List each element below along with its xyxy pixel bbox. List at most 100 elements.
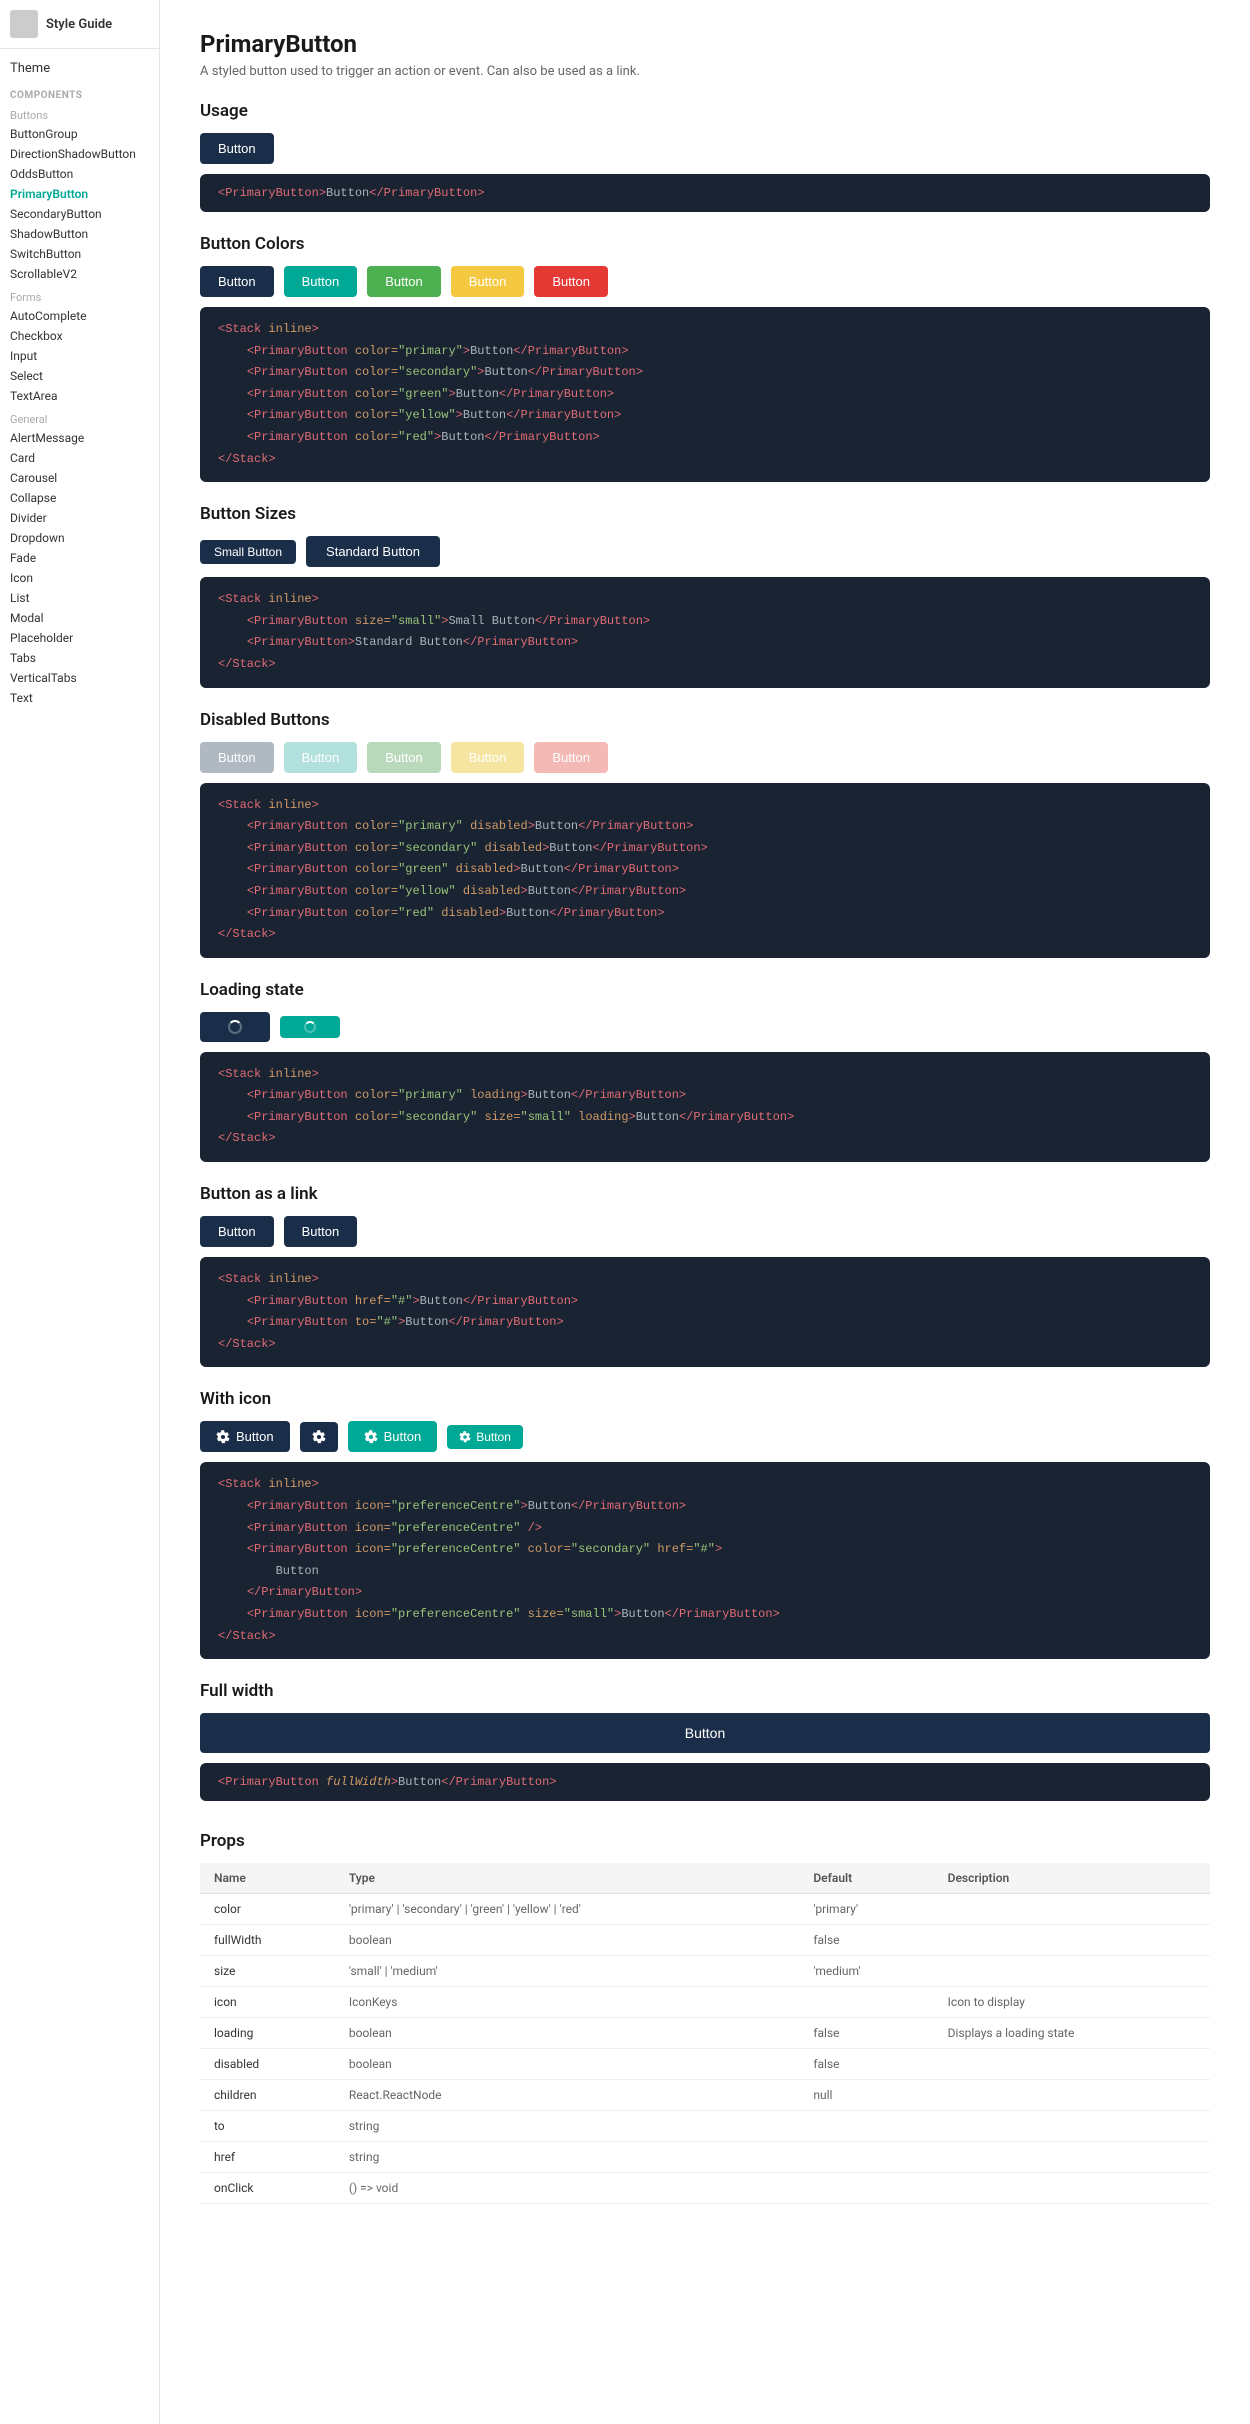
sidebar-item-list[interactable]: List: [0, 588, 159, 608]
sidebar-item-scrollablev2[interactable]: ScrollableV2: [0, 264, 159, 284]
section-title-fullwidth: Full width: [200, 1681, 1210, 1701]
btn-disabled-red: Button: [534, 742, 608, 773]
colors-demo: Button Button Button Button Button: [200, 266, 1210, 297]
btn-disabled-primary: Button: [200, 742, 274, 773]
btn-color-red[interactable]: Button: [534, 266, 608, 297]
prop-name: color: [200, 1894, 335, 1925]
btn-loading-secondary[interactable]: [280, 1016, 340, 1038]
sidebar-item-select[interactable]: Select: [0, 366, 159, 386]
btn-color-primary[interactable]: Button: [200, 266, 274, 297]
sidebar-title: Style Guide: [46, 17, 112, 32]
sidebar-item-buttongroup[interactable]: ButtonGroup: [0, 124, 159, 144]
sidebar-item-collapse[interactable]: Collapse: [0, 488, 159, 508]
btn-icon-1[interactable]: Button: [200, 1421, 290, 1452]
sidebar-item-modal[interactable]: Modal: [0, 608, 159, 628]
icon-code-block: <Stack inline> <PrimaryButton icon="pref…: [200, 1462, 1210, 1659]
table-row: onClick () => void: [200, 2173, 1210, 2204]
prop-description: [934, 2111, 1210, 2142]
sidebar-item-alertmessage[interactable]: AlertMessage: [0, 428, 159, 448]
prop-description: Displays a loading state: [934, 2018, 1210, 2049]
code-tag-close: </PrimaryButton>: [369, 186, 484, 200]
prop-default: false: [799, 2018, 933, 2049]
table-row: href string: [200, 2142, 1210, 2173]
prop-description: [934, 2080, 1210, 2111]
prop-default: [799, 2111, 933, 2142]
props-header-type: Type: [335, 1863, 799, 1894]
usage-button[interactable]: Button: [200, 133, 274, 164]
sidebar-item-directionshadowbutton[interactable]: DirectionShadowButton: [0, 144, 159, 164]
sidebar-item-card[interactable]: Card: [0, 448, 159, 468]
prop-description: [934, 2142, 1210, 2173]
btn-small[interactable]: Small Button: [200, 540, 296, 564]
btn-color-green[interactable]: Button: [367, 266, 441, 297]
btn-standard[interactable]: Standard Button: [306, 536, 440, 567]
prop-default: false: [799, 2049, 933, 2080]
sidebar-item-icon[interactable]: Icon: [0, 568, 159, 588]
btn-color-yellow[interactable]: Button: [451, 266, 525, 297]
prop-type: 'primary' | 'secondary' | 'green' | 'yel…: [335, 1894, 799, 1925]
sidebar-item-theme[interactable]: Theme: [0, 55, 159, 82]
props-header-default: Default: [799, 1863, 933, 1894]
fullwidth-code-block: <PrimaryButton fullWidth>Button</Primary…: [200, 1763, 1210, 1801]
btn-link-1[interactable]: Button: [200, 1216, 274, 1247]
prop-default: [799, 1987, 933, 2018]
sidebar-item-dropdown[interactable]: Dropdown: [0, 528, 159, 548]
sizes-code-block: <Stack inline> <PrimaryButton size="smal…: [200, 577, 1210, 687]
prop-type: 'small' | 'medium': [335, 1956, 799, 1987]
sidebar-item-carousel[interactable]: Carousel: [0, 468, 159, 488]
table-row: size 'small' | 'medium' 'medium': [200, 1956, 1210, 1987]
btn-icon-3[interactable]: Button: [348, 1421, 438, 1452]
prop-type: boolean: [335, 1925, 799, 1956]
prop-default: false: [799, 1925, 933, 1956]
sidebar: Style Guide Theme COMPONENTS Buttons But…: [0, 0, 160, 2424]
sidebar-item-checkbox[interactable]: Checkbox: [0, 326, 159, 346]
sidebar-item-secondarybutton[interactable]: SecondaryButton: [0, 204, 159, 224]
btn-icon-4[interactable]: Button: [447, 1425, 523, 1449]
sidebar-item-tabs[interactable]: Tabs: [0, 648, 159, 668]
fullwidth-demo: Button: [200, 1713, 1210, 1753]
prop-name: loading: [200, 2018, 335, 2049]
section-title-icon: With icon: [200, 1389, 1210, 1409]
btn-color-secondary[interactable]: Button: [284, 266, 358, 297]
table-row: children React.ReactNode null: [200, 2080, 1210, 2111]
prop-description: [934, 1925, 1210, 1956]
sidebar-item-input[interactable]: Input: [0, 346, 159, 366]
usage-code-block: <PrimaryButton>Button</PrimaryButton>: [200, 174, 1210, 212]
sidebar-item-autocomplete[interactable]: AutoComplete: [0, 306, 159, 326]
section-title-loading: Loading state: [200, 980, 1210, 1000]
spinner-secondary: [304, 1021, 316, 1033]
btn-icon-4-label: Button: [476, 1430, 511, 1444]
sidebar-group-general: General: [0, 406, 159, 428]
btn-disabled-green: Button: [367, 742, 441, 773]
prop-type: React.ReactNode: [335, 2080, 799, 2111]
btn-link-2[interactable]: Button: [284, 1216, 358, 1247]
prop-type: string: [335, 2142, 799, 2173]
btn-disabled-secondary: Button: [284, 742, 358, 773]
sidebar-item-fade[interactable]: Fade: [0, 548, 159, 568]
btn-full-width[interactable]: Button: [200, 1713, 1210, 1753]
sidebar-item-oddsbutton[interactable]: OddsButton: [0, 164, 159, 184]
prop-type: boolean: [335, 2018, 799, 2049]
section-title-colors: Button Colors: [200, 234, 1210, 254]
section-title-link: Button as a link: [200, 1184, 1210, 1204]
prop-name: fullWidth: [200, 1925, 335, 1956]
sidebar-header: Style Guide: [0, 0, 159, 49]
sidebar-item-verticaltabs[interactable]: VerticalTabs: [0, 668, 159, 688]
prop-description: [934, 2173, 1210, 2204]
btn-icon-2[interactable]: [300, 1422, 338, 1452]
sidebar-item-textarea[interactable]: TextArea: [0, 386, 159, 406]
gear-icon-2: [312, 1430, 326, 1444]
icon-demo: Button Button Button: [200, 1421, 1210, 1452]
sidebar-item-text[interactable]: Text: [0, 688, 159, 708]
sidebar-item-primarybutton[interactable]: PrimaryButton: [0, 184, 159, 204]
section-title-disabled: Disabled Buttons: [200, 710, 1210, 730]
sidebar-item-shadowbutton[interactable]: ShadowButton: [0, 224, 159, 244]
btn-loading-primary[interactable]: [200, 1012, 270, 1042]
disabled-demo: Button Button Button Button Button: [200, 742, 1210, 773]
prop-description: [934, 1894, 1210, 1925]
sidebar-item-divider[interactable]: Divider: [0, 508, 159, 528]
sidebar-item-switchbutton[interactable]: SwitchButton: [0, 244, 159, 264]
loading-code-block: <Stack inline> <PrimaryButton color="pri…: [200, 1052, 1210, 1162]
colors-code-block: <Stack inline> <PrimaryButton color="pri…: [200, 307, 1210, 482]
sidebar-item-placeholder[interactable]: Placeholder: [0, 628, 159, 648]
